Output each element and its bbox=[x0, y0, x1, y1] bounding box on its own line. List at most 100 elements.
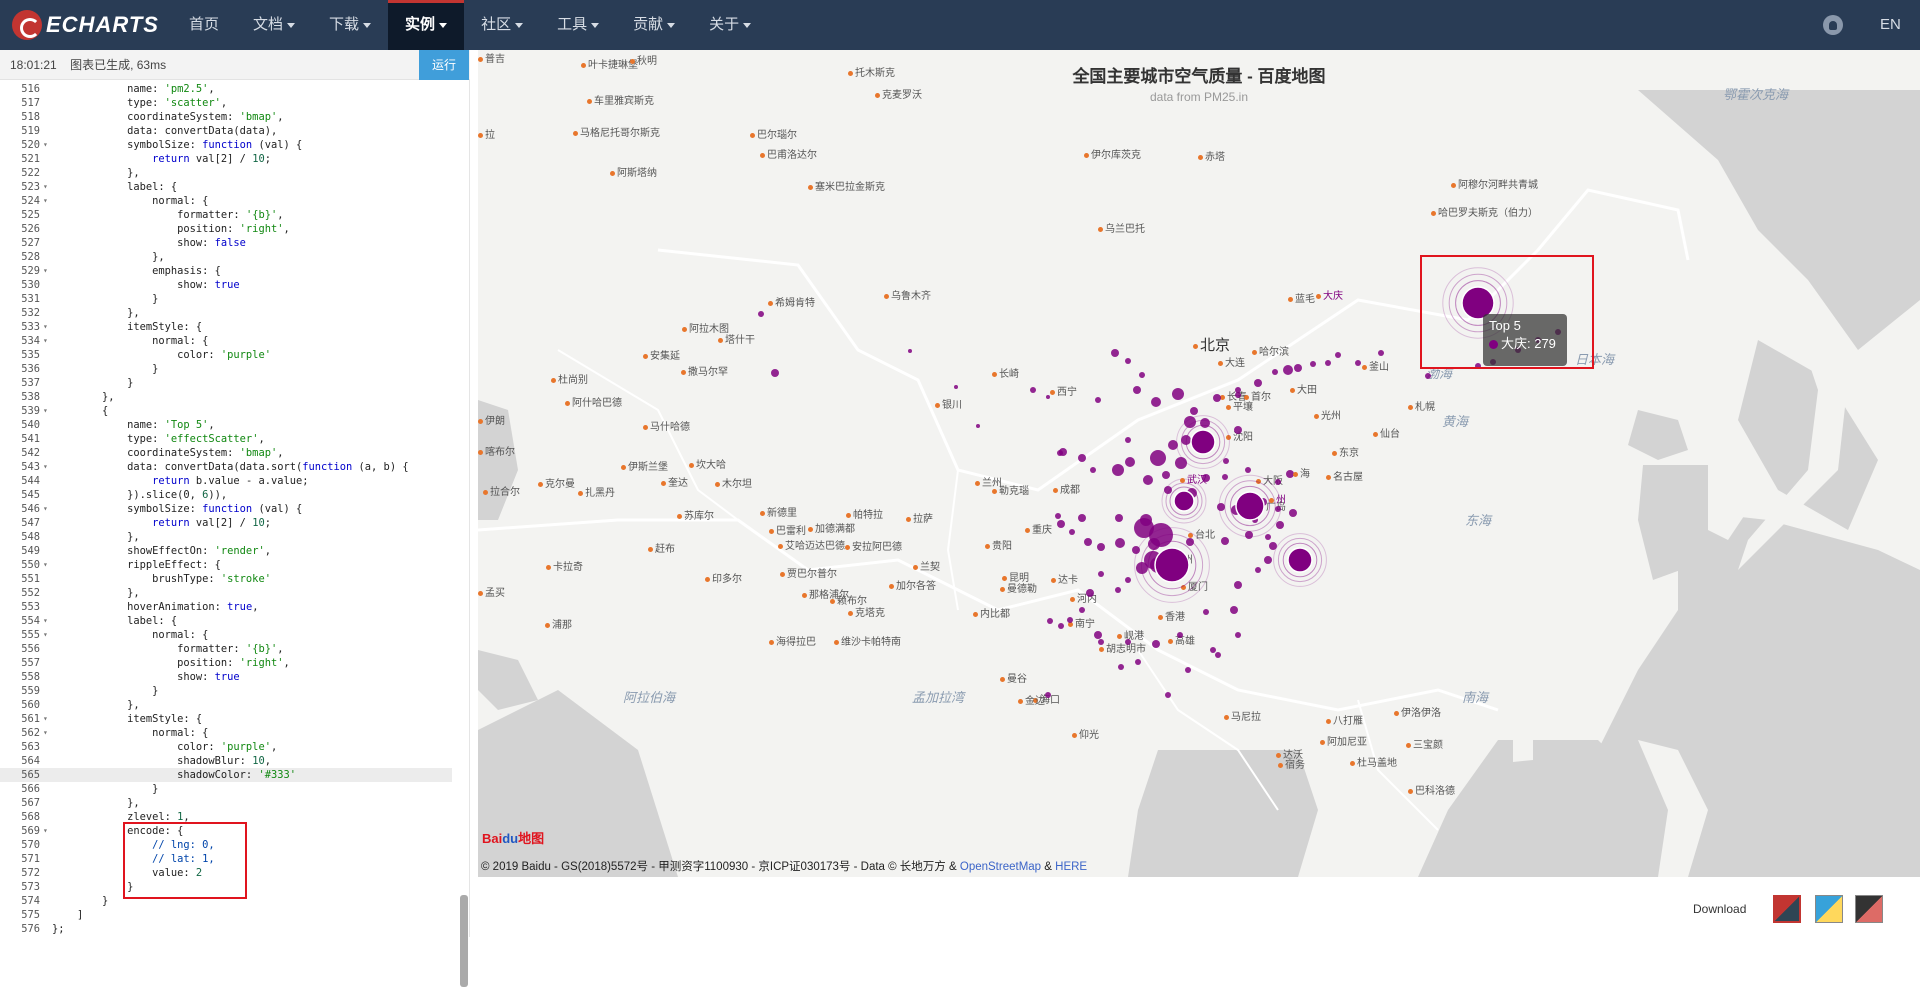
code-line[interactable]: 559 } bbox=[0, 684, 452, 698]
pm25-point[interactable] bbox=[1046, 395, 1050, 399]
theme-dark-swatch[interactable] bbox=[1855, 895, 1883, 923]
pm25-point[interactable] bbox=[1264, 556, 1272, 564]
code-editor[interactable]: 516 name: 'pm2.5', 517 type: 'scatter', 51… bbox=[0, 83, 462, 937]
code-line[interactable]: 552 }, bbox=[0, 586, 452, 600]
pm25-point[interactable] bbox=[1177, 632, 1183, 638]
pm25-point[interactable] bbox=[1098, 639, 1104, 645]
code-line[interactable]: 547 return val[2] / 10; bbox=[0, 516, 452, 530]
pm25-point[interactable] bbox=[1213, 394, 1221, 402]
nav-about[interactable]: 关于 bbox=[692, 0, 768, 50]
pm25-point[interactable] bbox=[1097, 543, 1105, 551]
code-line[interactable]: 558 show: true bbox=[0, 670, 452, 684]
pm25-point[interactable] bbox=[954, 385, 958, 389]
pm25-point[interactable] bbox=[1210, 647, 1216, 653]
code-line[interactable]: 538 }, bbox=[0, 390, 452, 404]
pm25-point[interactable] bbox=[1151, 397, 1161, 407]
nav-home[interactable]: 首页 bbox=[172, 0, 236, 50]
fold-icon[interactable]: ▾ bbox=[43, 138, 48, 152]
code-line[interactable]: 534 ▾ normal: { bbox=[0, 334, 452, 348]
pm25-point[interactable] bbox=[1190, 407, 1198, 415]
fold-icon[interactable]: ▾ bbox=[43, 404, 48, 418]
fold-icon[interactable]: ▾ bbox=[43, 558, 48, 572]
pm25-point[interactable] bbox=[1045, 692, 1051, 698]
code-line[interactable]: 548 }, bbox=[0, 530, 452, 544]
pm25-point[interactable] bbox=[1255, 567, 1261, 573]
pm25-point[interactable] bbox=[758, 311, 764, 317]
pm25-point[interactable] bbox=[1069, 529, 1075, 535]
theme-light-swatch[interactable] bbox=[1815, 895, 1843, 923]
code-line[interactable]: 551 brushType: 'stroke' bbox=[0, 572, 452, 586]
pm25-point[interactable] bbox=[1115, 587, 1121, 593]
code-line[interactable]: 527 show: false bbox=[0, 236, 452, 250]
pm25-point[interactable] bbox=[1172, 388, 1184, 400]
code-line[interactable]: 522 }, bbox=[0, 166, 452, 180]
pm25-point[interactable] bbox=[1125, 358, 1131, 364]
pm25-point[interactable] bbox=[1221, 537, 1229, 545]
pm25-point[interactable] bbox=[1139, 372, 1145, 378]
code-line[interactable]: 530 show: true bbox=[0, 278, 452, 292]
code-line[interactable]: 537 } bbox=[0, 376, 452, 390]
code-line[interactable]: 565 shadowColor: '#333' bbox=[0, 768, 452, 782]
fold-icon[interactable]: ▾ bbox=[43, 194, 48, 208]
code-line[interactable]: 536 } bbox=[0, 362, 452, 376]
pm25-point[interactable] bbox=[1289, 509, 1297, 517]
code-line[interactable]: 533 ▾ itemStyle: { bbox=[0, 320, 452, 334]
pm25-point[interactable] bbox=[1234, 426, 1242, 434]
code-line[interactable]: 560 }, bbox=[0, 698, 452, 712]
code-line[interactable]: 518 coordinateSystem: 'bmap', bbox=[0, 110, 452, 124]
nav-download[interactable]: 下载 bbox=[312, 0, 388, 50]
echarts-logo[interactable]: ECHARTS bbox=[12, 9, 159, 41]
code-line[interactable]: 554 ▾ label: { bbox=[0, 614, 452, 628]
pm25-point[interactable] bbox=[1047, 618, 1053, 624]
code-line[interactable]: 543 ▾ data: convertData(data.sort(functio… bbox=[0, 460, 452, 474]
pm25-point[interactable] bbox=[1185, 667, 1191, 673]
pm25-point[interactable] bbox=[1090, 467, 1096, 473]
pm25-point[interactable] bbox=[1125, 437, 1131, 443]
pm25-point[interactable] bbox=[1175, 457, 1187, 469]
top5-point[interactable] bbox=[1287, 547, 1313, 573]
pm25-point[interactable] bbox=[1115, 538, 1125, 548]
code-line[interactable]: 576}; bbox=[0, 922, 452, 936]
pm25-point[interactable] bbox=[1134, 518, 1154, 538]
pm25-point[interactable] bbox=[1294, 364, 1302, 372]
fold-icon[interactable]: ▾ bbox=[43, 334, 48, 348]
pm25-point[interactable] bbox=[1222, 474, 1228, 480]
pm25-point[interactable] bbox=[1165, 692, 1171, 698]
pm25-point[interactable] bbox=[1059, 448, 1067, 456]
top5-point[interactable] bbox=[1173, 490, 1195, 512]
pm25-point[interactable] bbox=[1150, 450, 1166, 466]
code-line[interactable]: 566 } bbox=[0, 782, 452, 796]
editor-scrollbar[interactable] bbox=[460, 895, 468, 987]
code-line[interactable]: 531 } bbox=[0, 292, 452, 306]
pm25-point[interactable] bbox=[908, 349, 912, 353]
code-line[interactable]: 564 shadowBlur: 10, bbox=[0, 754, 452, 768]
pm25-point[interactable] bbox=[1057, 520, 1065, 528]
code-line[interactable]: 523 ▾ label: { bbox=[0, 180, 452, 194]
nav-tools[interactable]: 工具 bbox=[540, 0, 616, 50]
code-line[interactable]: 549 showEffectOn: 'render', bbox=[0, 544, 452, 558]
pm25-point[interactable] bbox=[976, 424, 980, 428]
code-line[interactable]: 555 ▾ normal: { bbox=[0, 628, 452, 642]
fold-icon[interactable]: ▾ bbox=[43, 180, 48, 194]
pm25-point[interactable] bbox=[1143, 475, 1153, 485]
code-line[interactable]: 519 data: convertData(data), bbox=[0, 124, 452, 138]
pm25-point[interactable] bbox=[1058, 623, 1064, 629]
fold-icon[interactable]: ▾ bbox=[43, 320, 48, 334]
scatter-layer[interactable] bbox=[478, 50, 1920, 877]
pm25-point[interactable] bbox=[1133, 386, 1141, 394]
pm25-point[interactable] bbox=[1067, 617, 1073, 623]
pm25-point[interactable] bbox=[1234, 581, 1242, 589]
code-line[interactable]: 541 type: 'effectScatter', bbox=[0, 432, 452, 446]
code-line[interactable]: 540 name: 'Top 5', bbox=[0, 418, 452, 432]
pm25-point[interactable] bbox=[1355, 360, 1361, 366]
pm25-point[interactable] bbox=[1272, 369, 1278, 375]
fold-icon[interactable]: ▾ bbox=[43, 460, 48, 474]
code-line[interactable]: 521 return val[2] / 10; bbox=[0, 152, 452, 166]
code-line[interactable]: 525 formatter: '{b}', bbox=[0, 208, 452, 222]
pm25-point[interactable] bbox=[1135, 659, 1141, 665]
pm25-point[interactable] bbox=[1079, 607, 1085, 613]
pm25-point[interactable] bbox=[1078, 514, 1086, 522]
github-icon[interactable] bbox=[1823, 15, 1843, 35]
fold-icon[interactable]: ▾ bbox=[43, 614, 48, 628]
fold-icon[interactable]: ▾ bbox=[43, 502, 48, 516]
